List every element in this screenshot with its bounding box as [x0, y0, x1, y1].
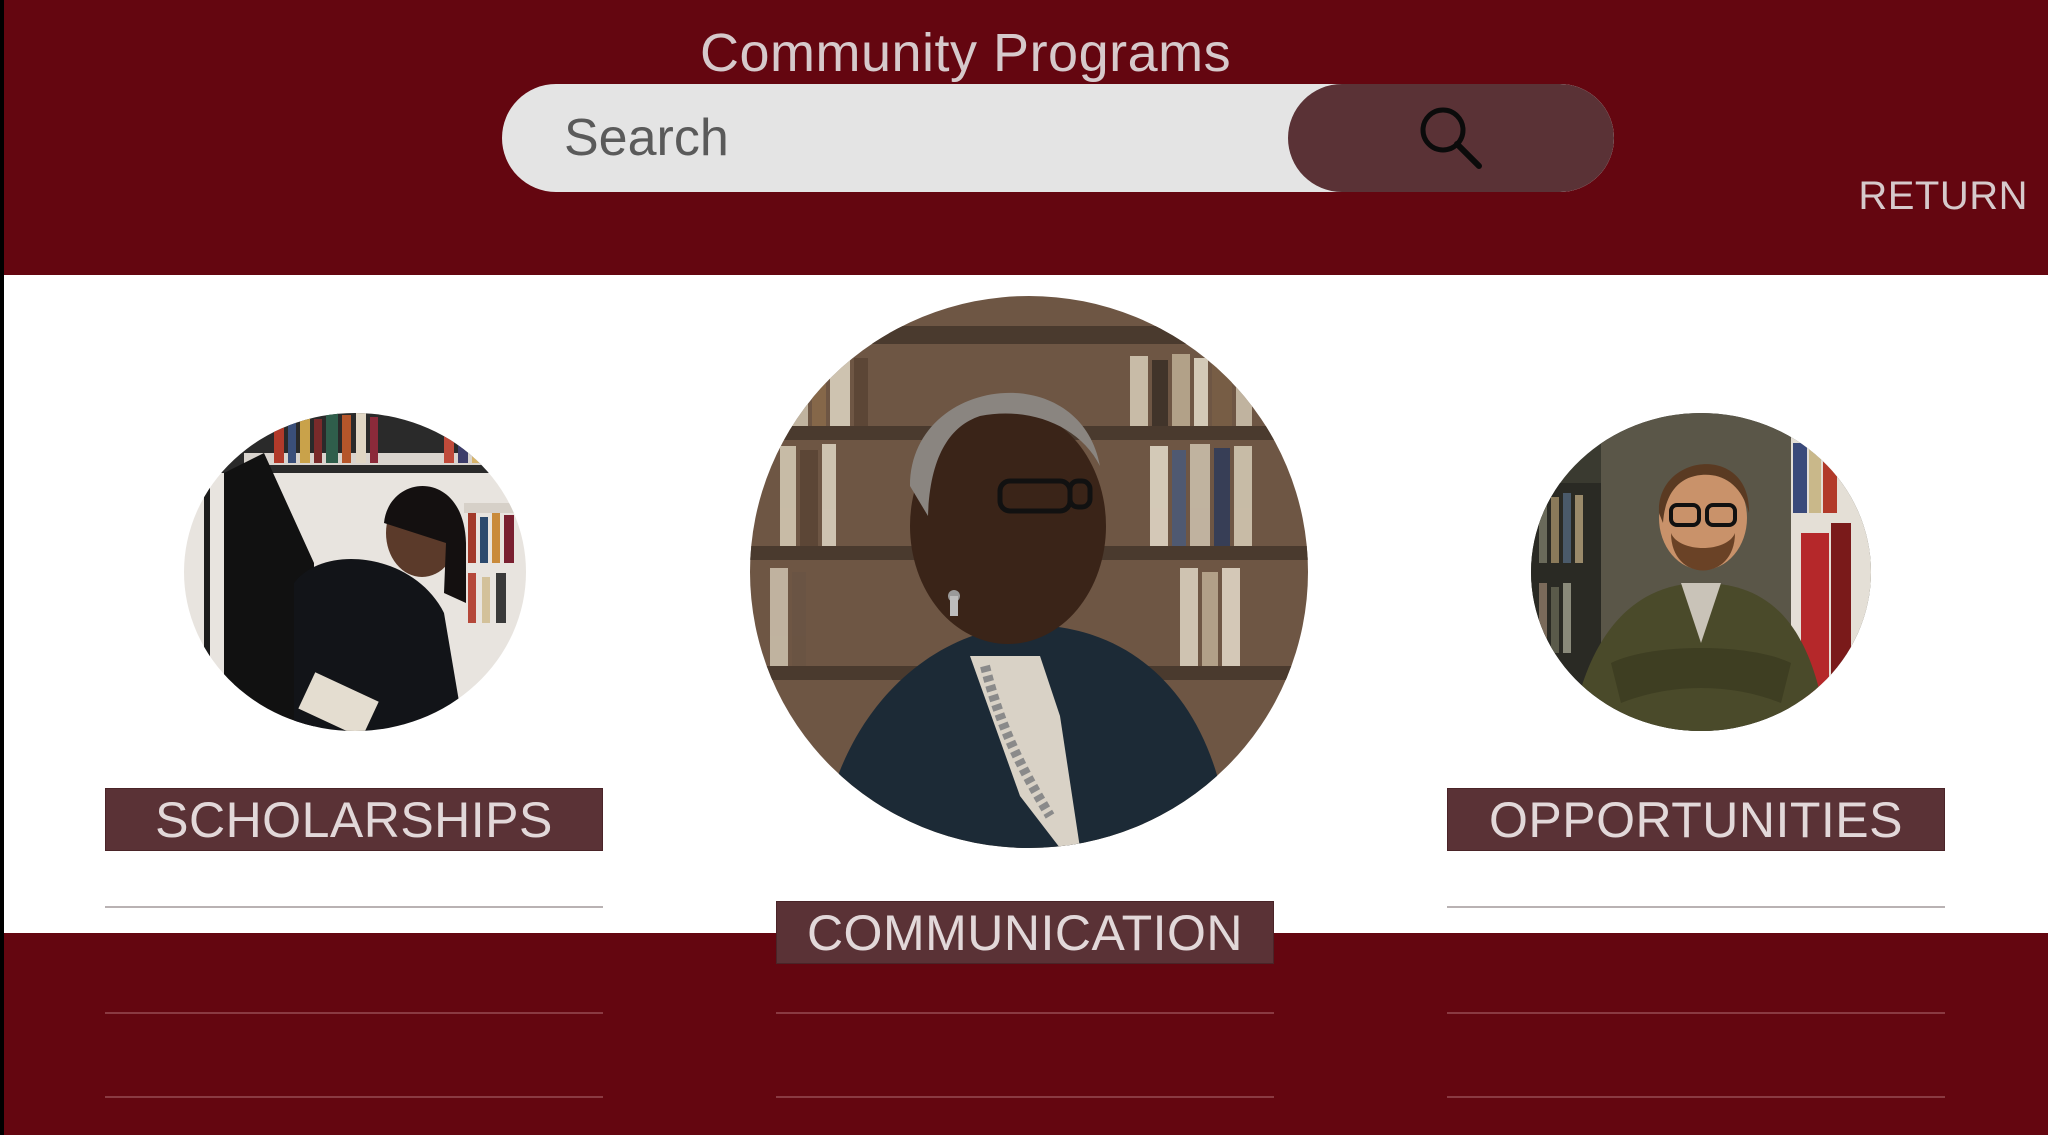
communication-button[interactable]: COMMUNICATION: [776, 901, 1274, 964]
app-window: Community Programs RETURN: [4, 0, 2048, 1135]
footer-divider: [1447, 1096, 1945, 1098]
return-link[interactable]: RETURN: [1858, 174, 2028, 219]
opportunities-photo[interactable]: [1531, 413, 1871, 731]
opportunities-button[interactable]: OPPORTUNITIES: [1447, 788, 1945, 851]
footer-divider: [776, 1012, 1274, 1014]
footer-divider: [1447, 1012, 1945, 1014]
search-input[interactable]: [502, 84, 1302, 192]
search-button[interactable]: [1288, 84, 1614, 192]
scholarships-divider: [105, 906, 603, 908]
footer-divider: [105, 1096, 603, 1098]
communication-photo[interactable]: [750, 296, 1308, 848]
footer-divider: [776, 1096, 1274, 1098]
scholarships-photo[interactable]: [184, 413, 526, 731]
search-icon: [1420, 107, 1482, 169]
scholarships-button[interactable]: SCHOLARSHIPS: [105, 788, 603, 851]
opportunities-divider: [1447, 906, 1945, 908]
footer-divider: [105, 1012, 603, 1014]
search-bar: [502, 84, 1614, 192]
header-bar: Community Programs RETURN: [4, 0, 2048, 275]
page-title: Community Programs: [700, 23, 1232, 83]
